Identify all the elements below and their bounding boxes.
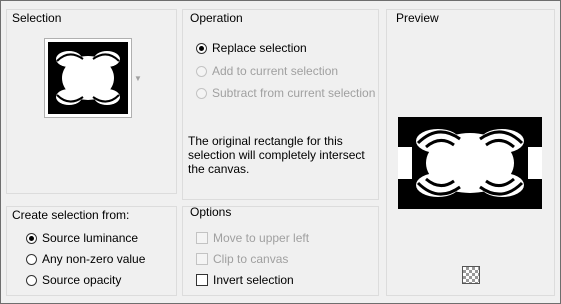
operation-message-line: the canvas.: [188, 162, 250, 176]
radio-icon: [196, 42, 207, 54]
operation-group-title: Operation: [190, 11, 243, 25]
radio-icon: [26, 253, 37, 265]
options-group-title: Options: [190, 205, 232, 219]
selection-group-title: Selection: [12, 11, 62, 25]
source-opacity-radio[interactable]: Source opacity: [26, 272, 121, 288]
operation-message: The original rectangle for this selectio…: [188, 134, 365, 176]
any-non-zero-value-label: Any non-zero value: [42, 252, 146, 266]
move-to-upper-left-checkbox[interactable]: Move to upper left: [196, 230, 309, 246]
radio-icon: [196, 65, 207, 77]
radio-icon: [196, 87, 207, 99]
add-to-current-selection-label: Add to current selection: [212, 64, 339, 78]
operation-message-line: The original rectangle for this: [188, 134, 343, 148]
preview-canvas: [398, 117, 542, 209]
replace-selection-label: Replace selection: [212, 41, 307, 55]
checkbox-icon: [196, 274, 208, 286]
invert-selection-checkbox[interactable]: Invert selection: [196, 272, 294, 288]
selection-dropdown-arrow-icon[interactable]: ▼: [134, 74, 142, 83]
move-to-upper-left-label: Move to upper left: [213, 231, 310, 245]
source-luminance-label: Source luminance: [42, 231, 139, 245]
subtract-from-current-selection-label: Subtract from current selection: [212, 86, 376, 100]
radio-icon: [26, 274, 37, 286]
source-opacity-label: Source opacity: [42, 273, 122, 287]
operation-message-line: selection will completely intersect: [188, 148, 365, 162]
selection-thumbnail-image: [48, 42, 128, 114]
subtract-from-current-selection-radio[interactable]: Subtract from current selection: [196, 85, 375, 101]
clip-to-canvas-checkbox[interactable]: Clip to canvas: [196, 251, 288, 267]
replace-selection-radio[interactable]: Replace selection: [196, 40, 307, 56]
create-selection-from-title: Create selection from:: [12, 208, 130, 222]
preview-image: [398, 117, 542, 209]
checkbox-icon: [196, 232, 208, 244]
transparency-checker-icon[interactable]: [462, 266, 480, 284]
checkbox-icon: [196, 253, 208, 265]
invert-selection-label: Invert selection: [213, 273, 294, 287]
preview-group-title: Preview: [396, 11, 439, 25]
selection-thumbnail[interactable]: [44, 38, 132, 118]
radio-icon: [26, 232, 37, 244]
add-to-current-selection-radio[interactable]: Add to current selection: [196, 63, 338, 79]
source-luminance-radio[interactable]: Source luminance: [26, 230, 138, 246]
clip-to-canvas-label: Clip to canvas: [213, 252, 289, 266]
any-non-zero-value-radio[interactable]: Any non-zero value: [26, 251, 145, 267]
